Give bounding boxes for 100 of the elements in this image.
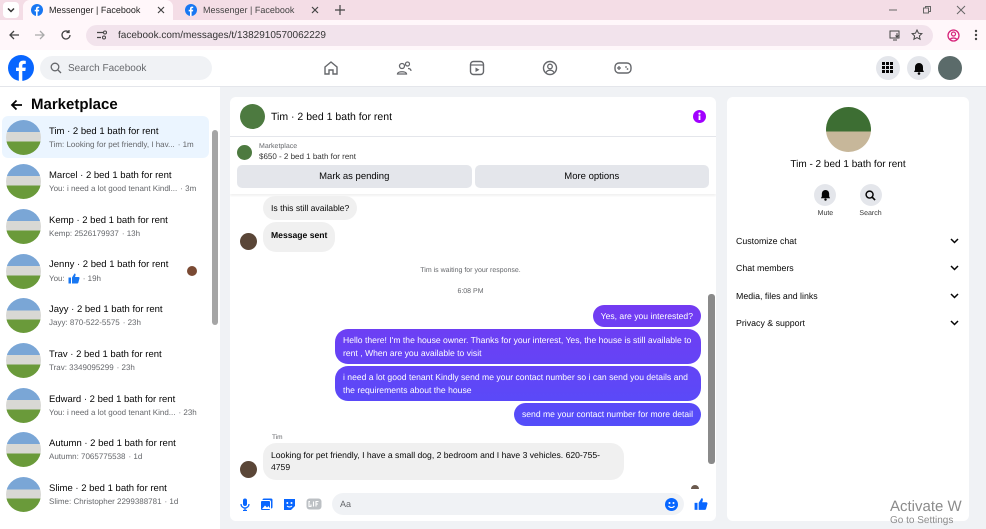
bell-icon bbox=[913, 62, 925, 74]
photo-placeholder bbox=[6, 120, 41, 154]
close-icon[interactable] bbox=[956, 5, 966, 15]
message-preview: You: i need a lot good tenant Kind... bbox=[49, 408, 176, 417]
new-tab-icon[interactable] bbox=[335, 5, 345, 15]
microphone-icon[interactable] bbox=[240, 498, 250, 510]
photo-placeholder bbox=[6, 388, 41, 423]
info-icon[interactable] bbox=[693, 110, 706, 123]
account-avatar[interactable] bbox=[938, 56, 962, 80]
message-preview: You: i need a lot good tenant Kindl... bbox=[49, 184, 178, 194]
browser-tab[interactable]: Messenger | Facebook bbox=[23, 0, 173, 20]
message-time: · 23h bbox=[178, 408, 197, 417]
close-icon[interactable] bbox=[157, 6, 165, 14]
restore-icon[interactable] bbox=[922, 5, 932, 15]
people-icon[interactable] bbox=[396, 60, 412, 76]
notifications-button[interactable] bbox=[907, 56, 931, 80]
back-icon[interactable] bbox=[8, 29, 20, 41]
activation-notice: Activate W bbox=[890, 498, 963, 515]
chevron-down-icon bbox=[950, 320, 959, 326]
search-button[interactable] bbox=[860, 184, 882, 206]
conversation-item[interactable]: Tim · 2 bed 1 bath for rent Tim: Looking for pet friendly, I hav... · 1m bbox=[2, 116, 209, 158]
section-row[interactable]: Media, files and links bbox=[727, 282, 969, 310]
chat-title: Tim · 2 bed 1 bath for rent bbox=[271, 110, 392, 122]
message-input[interactable]: Aa bbox=[332, 493, 684, 515]
smiley-icon[interactable] bbox=[665, 498, 678, 510]
video-icon[interactable] bbox=[469, 60, 485, 76]
message-time: · 13h bbox=[122, 228, 140, 238]
activation-notice: Go to Settings bbox=[890, 515, 954, 526]
message-time: · 19h bbox=[82, 274, 101, 283]
thumbs-up-icon[interactable] bbox=[694, 497, 708, 511]
bell-button[interactable] bbox=[814, 184, 836, 206]
site-settings-icon[interactable] bbox=[96, 29, 108, 41]
conversation-name: Slime · 2 bed 1 bath for rent bbox=[49, 483, 168, 494]
message-preview: Trav: 3349095299 bbox=[49, 362, 114, 372]
conversation-item[interactable]: Trav · 2 bed 1 bath for rent Trav: 3349095299 · 23h bbox=[2, 339, 209, 382]
search-icon bbox=[865, 190, 876, 200]
photo-placeholder bbox=[826, 107, 870, 152]
photo-placeholder bbox=[6, 432, 41, 468]
message-time: · 1m bbox=[178, 140, 194, 148]
message-bubble: Hello there! I'm the house owner. Thanks for your interest, Yes, the house is still available to rent , When are you available to visit bbox=[335, 329, 701, 364]
menu-button[interactable] bbox=[876, 56, 900, 80]
facebook-logo-icon[interactable] bbox=[8, 55, 34, 81]
chevron-down-icon bbox=[950, 292, 959, 299]
listing-action-button[interactable]: More options bbox=[474, 165, 709, 188]
message-bubble: i need a lot good tenant Kindly send me your contact number so i can send you details and the requirements about the house bbox=[335, 366, 701, 402]
conversation-name: Autumn · 2 bed 1 bath for rent bbox=[49, 438, 176, 450]
conversation-item[interactable]: Autumn · 2 bed 1 bath for rent Autumn: 7065775538 · 1d bbox=[2, 428, 209, 471]
conversation-item[interactable]: Slime · 2 bed 1 bath for rent Slime: Christopher 2299388781 · 1d bbox=[2, 474, 209, 516]
conversation-name: Edward · 2 bed 1 bath for rent bbox=[49, 394, 176, 405]
conversation-item[interactable]: Jayy · 2 bed 1 bath for rent Jayy: 870-522-5575 · 23h bbox=[2, 294, 209, 337]
home-icon[interactable] bbox=[323, 60, 339, 76]
section-row[interactable]: Chat members bbox=[727, 254, 969, 282]
search-field[interactable]: Search Facebook bbox=[40, 56, 212, 80]
photo-placeholder bbox=[6, 164, 41, 200]
star-icon[interactable] bbox=[911, 29, 923, 41]
message-time: · 1d bbox=[128, 452, 142, 462]
person-circle-icon[interactable] bbox=[542, 60, 558, 76]
message-bubble: Looking for pet friendly, I have a small dog, 2 bedroom and I have 3 vehicles. 620-755-4759 bbox=[263, 442, 624, 480]
section-row[interactable]: Customize chat bbox=[727, 227, 969, 254]
address-field[interactable]: facebook.com/messages/t/1382910570062229 bbox=[86, 24, 933, 46]
back-icon[interactable] bbox=[10, 98, 23, 110]
message-preview: Tim: Looking for pet friendly, I hav... bbox=[49, 140, 175, 148]
profile-icon[interactable] bbox=[947, 28, 960, 42]
message-bubble: Is this still available? bbox=[263, 196, 358, 220]
facebook-logo-icon bbox=[31, 4, 43, 16]
conversation-item[interactable]: Kemp · 2 bed 1 bath for rent Kemp: 2526179937 · 13h bbox=[2, 205, 209, 248]
chevron-down-icon bbox=[950, 238, 959, 244]
message-preview: Kemp: 2526179937 bbox=[49, 228, 119, 238]
conversation-name: Jenny · 2 bed 1 bath for rent bbox=[49, 258, 168, 270]
message-preview: Autumn: 7065775538 bbox=[49, 452, 126, 462]
conversation-name: Trav · 2 bed 1 bath for rent bbox=[49, 348, 162, 360]
reload-icon[interactable] bbox=[60, 29, 72, 41]
section-row[interactable]: Privacy & support bbox=[727, 310, 969, 337]
message-preview: Slime: Christopher 2299388781 bbox=[49, 497, 162, 506]
conversation-item[interactable]: Jenny · 2 bed 1 bath for rent You: · 19h bbox=[2, 250, 209, 292]
message-bubble: Message sent bbox=[263, 222, 336, 252]
browser-tab[interactable]: Messenger | Facebook bbox=[177, 0, 327, 20]
photo-placeholder bbox=[240, 104, 265, 129]
message-bubble: send me your contact number for more detail bbox=[514, 403, 701, 426]
menu-icon[interactable] bbox=[974, 29, 978, 41]
message-time: · 3m bbox=[180, 184, 196, 194]
sticker-icon[interactable] bbox=[283, 498, 296, 510]
conversation-name: Kemp · 2 bed 1 bath for rent bbox=[49, 214, 168, 226]
tab-list-button[interactable] bbox=[3, 2, 19, 18]
image-icon[interactable] bbox=[260, 498, 273, 510]
photo-placeholder bbox=[6, 298, 41, 334]
install-app-icon[interactable] bbox=[889, 29, 901, 41]
conversation-item[interactable]: Marcel · 2 bed 1 bath for rent You: i need a lot good tenant Kindl... · 3m bbox=[2, 160, 209, 203]
game-controller-icon[interactable] bbox=[614, 61, 632, 75]
message-preview: You: bbox=[49, 274, 65, 283]
listing-action-button[interactable]: Mark as pending bbox=[237, 165, 472, 188]
message-bubble: Yes, are you interested? bbox=[592, 304, 701, 328]
chevron-down-icon bbox=[950, 265, 959, 272]
facebook-logo-icon bbox=[185, 4, 197, 16]
conversation-name: Jayy · 2 bed 1 bath for rent bbox=[49, 304, 163, 316]
photo-placeholder bbox=[6, 477, 41, 512]
photo-placeholder bbox=[6, 342, 41, 378]
conversation-item[interactable]: Edward · 2 bed 1 bath for rent You: i need a lot good tenant Kind... · 23h bbox=[2, 384, 209, 426]
close-icon[interactable] bbox=[311, 6, 319, 14]
grid-icon bbox=[882, 62, 894, 74]
